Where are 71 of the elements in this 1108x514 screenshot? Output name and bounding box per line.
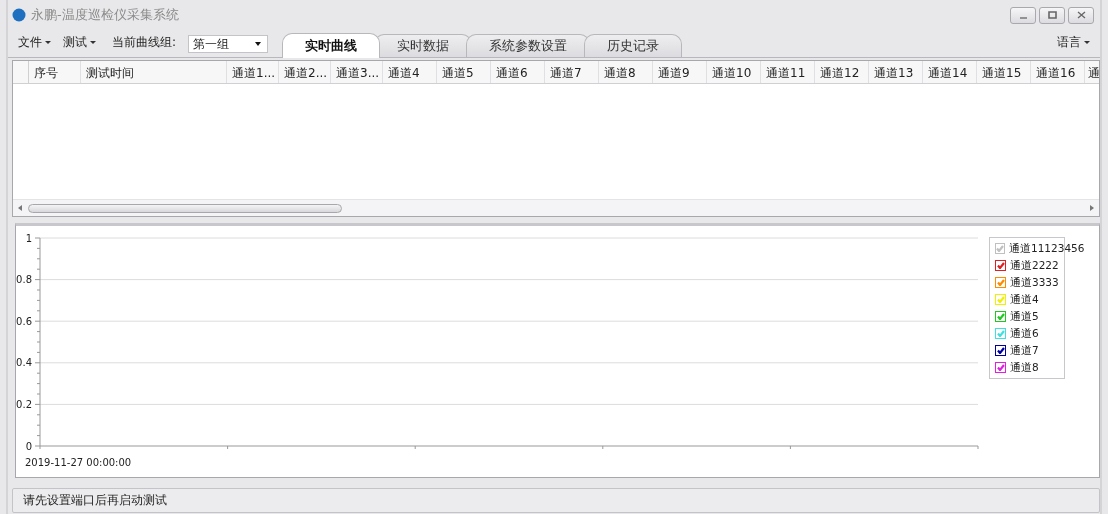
legend-checkbox[interactable] xyxy=(995,345,1006,356)
column-header[interactable]: 通道8 xyxy=(599,61,653,83)
legend-label: 通道11123456 xyxy=(1009,241,1085,256)
axis-label: 0.6 xyxy=(16,315,32,327)
minimize-icon xyxy=(1019,17,1027,19)
axis-label: 1 xyxy=(25,232,32,244)
column-header[interactable]: 通道7 xyxy=(545,61,599,83)
caret-icon xyxy=(255,42,262,46)
scroll-right-icon[interactable] xyxy=(1090,205,1094,211)
maximize-icon xyxy=(1047,11,1057,19)
column-header[interactable]: 通道12 xyxy=(815,61,869,83)
column-header[interactable]: 通道14 xyxy=(923,61,977,83)
check-icon xyxy=(996,245,1004,252)
legend-checkbox[interactable] xyxy=(995,362,1006,373)
column-header[interactable]: 测试时间 xyxy=(81,61,227,83)
close-button[interactable] xyxy=(1068,6,1094,24)
legend-label: 通道4 xyxy=(1010,292,1039,307)
column-header[interactable]: 通 xyxy=(1085,61,1099,83)
legend-checkbox[interactable] xyxy=(995,243,1005,254)
check-icon xyxy=(996,262,1005,269)
legend-label: 通道7 xyxy=(1010,343,1039,358)
legend-checkbox[interactable] xyxy=(995,311,1006,322)
tab[interactable]: 历史记录 xyxy=(584,34,683,57)
close-icon xyxy=(1076,11,1086,19)
scrollbar-thumb[interactable] xyxy=(28,203,342,213)
menu-item[interactable]: 测试 xyxy=(57,34,102,51)
minimize-button[interactable] xyxy=(1010,6,1036,24)
column-header[interactable]: 通道9 xyxy=(653,61,707,83)
logo-icon xyxy=(12,8,26,22)
legend-checkbox[interactable] xyxy=(995,277,1006,288)
check-icon xyxy=(996,279,1005,286)
legend-label: 通道3333 xyxy=(1010,275,1059,290)
axis-label: 0 xyxy=(25,440,32,452)
column-header[interactable]: 通道11 xyxy=(761,61,815,83)
scroll-left-icon[interactable] xyxy=(18,205,22,211)
legend-label: 通道6 xyxy=(1010,326,1039,341)
column-header[interactable]: 通道3... xyxy=(331,61,383,83)
check-icon xyxy=(996,330,1005,337)
maximize-button[interactable] xyxy=(1039,6,1065,24)
column-header[interactable]: 通道2... xyxy=(279,61,331,83)
check-icon xyxy=(996,296,1005,303)
language-menu[interactable]: 语言 xyxy=(1051,34,1096,51)
column-header[interactable]: 通道5 xyxy=(437,61,491,83)
start-time-label: 2019-11-27 00:00:00 xyxy=(25,457,132,468)
column-header[interactable]: 通道1... xyxy=(227,61,279,83)
tab[interactable]: 实时曲线 xyxy=(282,33,381,58)
legend-label: 通道8 xyxy=(1010,360,1039,375)
column-header[interactable]: 通道16 xyxy=(1031,61,1085,83)
column-header[interactable]: 通道6 xyxy=(491,61,545,83)
column-header[interactable]: 通道4 xyxy=(383,61,437,83)
status-text: 请先设置端口后再启动测试 xyxy=(23,492,167,509)
caret-icon xyxy=(45,41,51,44)
axis-label: 0.8 xyxy=(16,274,32,286)
legend-checkbox[interactable] xyxy=(995,260,1006,271)
legend-label: 通道2222 xyxy=(1010,258,1059,273)
column-header[interactable]: 序号 xyxy=(29,61,81,83)
window-title: 永鹏-温度巡检仪采集系统 xyxy=(31,6,180,24)
field-label: 当前曲线组: xyxy=(112,34,177,51)
axis-label: 0.2 xyxy=(16,398,32,410)
menu-item[interactable]: 文件 xyxy=(12,34,57,51)
column-header[interactable]: 通道13 xyxy=(869,61,923,83)
check-icon xyxy=(996,347,1005,354)
caret-icon xyxy=(90,41,96,44)
column-header[interactable]: 通道10 xyxy=(707,61,761,83)
group-dropdown[interactable]: 第一组 xyxy=(188,35,269,53)
column-header[interactable]: 通道15 xyxy=(977,61,1031,83)
axis-label: 0.4 xyxy=(16,357,32,369)
check-icon xyxy=(996,313,1005,320)
caret-icon xyxy=(1084,41,1090,44)
check-icon xyxy=(996,364,1005,371)
legend-label: 通道5 xyxy=(1010,309,1039,324)
